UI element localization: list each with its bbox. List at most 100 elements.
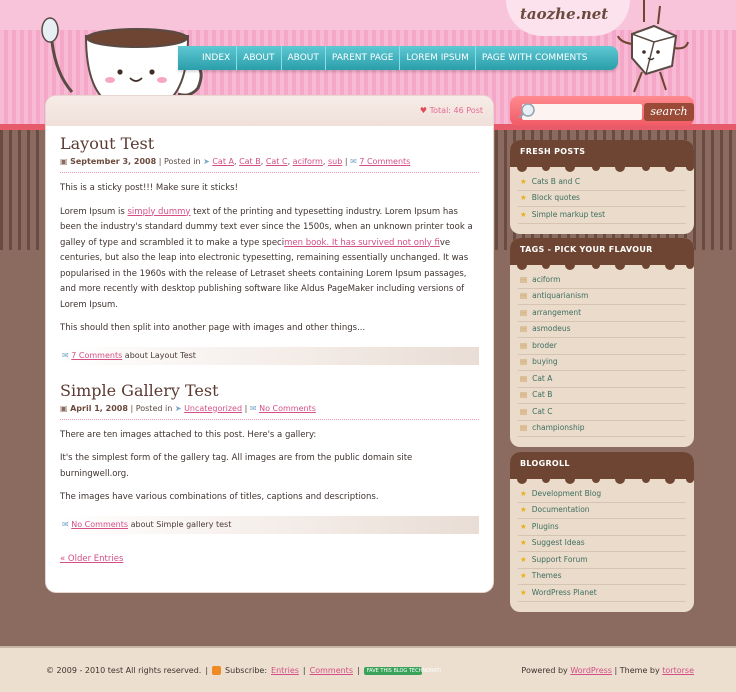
post-title[interactable]: Layout Test [60,134,479,153]
list-item[interactable]: ★ WordPress Planet [518,585,686,602]
star-icon: ★ [520,193,527,202]
list-item[interactable]: ★ Support Forum [518,552,686,569]
tag-icon: ➤ [203,157,210,166]
nav-about-2[interactable]: ABOUT [282,46,326,70]
list-item-label: Simple markup test [531,209,606,219]
nav-parent-page[interactable]: PARENT PAGE [326,46,401,70]
list-item[interactable]: ▤ Cat A [518,371,686,388]
category-link[interactable]: Cat B [239,157,261,166]
comments-feed-link[interactable]: Comments [310,666,353,675]
category-link[interactable]: sub [328,157,342,166]
copyright: © 2009 - 2010 test All rights reserved. [46,666,202,675]
star-icon: ★ [520,488,527,498]
post-body: There are ten images attached to this po… [60,428,479,506]
subscribe-label: Subscribe: [225,666,268,675]
list-item-label: Plugins [531,521,559,531]
list-item[interactable]: ★ Development Blog [518,486,686,503]
folder-icon: ▤ [520,373,528,383]
list-item[interactable]: ★ Suggest Ideas [518,536,686,552]
list-item[interactable]: ★ Block quotes [518,191,686,207]
list-item-label: Cat B [532,390,553,399]
drip-decoration [510,476,694,484]
widget-tags: TAGS - PICK YOUR FLAVOUR ▤ aciform ▤ antiq… [510,238,694,447]
powered-by-label: Powered by [521,666,568,675]
post-footer: ✉ 7 Comments about Layout Test [60,346,479,365]
comments-link[interactable]: No Comments [259,404,316,413]
widget-blogroll: BLOGROLL ★ Development Blog ★ Documentatio… [510,452,694,612]
theme-author-link[interactable]: tortorse [662,666,694,675]
comment-icon: ✉ [249,403,257,413]
calendar-icon: ▣ [60,403,68,413]
list-item[interactable]: ▤ broder [518,338,686,355]
entries-feed-link[interactable]: Entries [271,666,299,675]
list-item[interactable]: ▤ arrangement [518,305,686,322]
widget-title: BLOGROLL [510,452,694,476]
list-item-label: Cat C [532,406,553,416]
nav-page-with-comments[interactable]: PAGE WITH COMMENTS [476,46,594,70]
total-posts: ♥ Total: 46 Post [420,106,483,115]
fresh-posts-list: ★ Cats B and C ★ Block quotes ★ Simple mark… [510,174,694,234]
drip-decoration [510,164,694,172]
list-item-label: Themes [531,571,562,580]
list-item[interactable]: ★ Plugins [518,519,686,536]
category-link[interactable]: aciform [293,157,323,166]
footer: © 2009 - 2010 test All rights reserved. … [0,648,736,692]
folder-icon: ▤ [520,423,528,432]
text-run: Lorem Ipsum is [60,206,128,217]
search-button[interactable]: search [644,103,694,121]
sugar-cube-illustration [617,0,689,93]
star-icon: ★ [520,538,527,547]
nav-lorem-ipsum[interactable]: LOREM IPSUM [400,46,476,70]
total-posts-label: Total: 46 Post [429,106,483,115]
list-item[interactable]: ▤ Cat B [518,388,686,404]
list-item[interactable]: ▤ buying [518,355,686,371]
category-link[interactable]: Uncategorized [184,404,242,413]
list-item-label: Cats B and C [531,176,581,186]
category-link[interactable]: Cat C [266,157,288,166]
widget-title: TAGS - PICK YOUR FLAVOUR [510,238,694,262]
rss-icon [212,666,222,675]
wordpress-link[interactable]: WordPress [570,666,612,675]
folder-icon: ▤ [520,357,528,366]
star-icon: ★ [520,521,527,531]
post-paragraph: Lorem Ipsum is simply dummy text of the … [60,205,479,314]
technorati-badge[interactable]: FAVE THIS BLOG TECHNORATI [363,666,441,675]
list-item[interactable]: ★ Themes [518,569,686,585]
list-item[interactable]: ★ Documentation [518,503,686,519]
nav-index[interactable]: INDEX [196,46,238,70]
list-item[interactable]: ▤ championship [518,421,686,437]
footer-comments-link[interactable]: No Comments [71,520,128,529]
search-input[interactable] [522,104,642,120]
star-icon: ★ [520,571,527,580]
post-body: This is a sticky post!!! Make sure it st… [60,181,479,337]
star-icon: ★ [520,554,527,564]
list-item[interactable]: ★ Cats B and C [518,174,686,191]
category-link[interactable]: Cat A [212,157,234,166]
older-entries-link[interactable]: « Older Entries [46,554,493,564]
post-title[interactable]: Simple Gallery Test [60,381,479,400]
footer-left: © 2009 - 2010 test All rights reserved. … [46,666,441,675]
star-icon: ★ [520,587,527,597]
folder-icon: ▤ [520,307,528,317]
tag-icon: ➤ [174,403,182,413]
comment-icon: ✉ [350,157,357,166]
list-item-label: WordPress Planet [531,587,597,597]
list-item[interactable]: ▤ aciform [518,272,686,289]
list-item[interactable]: ▤ Cat C [518,404,686,421]
comments-link[interactable]: 7 Comments [359,157,410,166]
list-item[interactable]: ▤ asmodeus [518,322,686,338]
list-item-label: championship [532,423,585,432]
list-item-label: asmodeus [532,324,571,333]
theme-by-label: Theme by [619,666,660,675]
inline-link[interactable]: men book. It has survived not only fi [284,238,440,248]
list-item-label: Documentation [531,505,590,514]
list-item-label: Support Forum [531,554,588,564]
footer-comments-link[interactable]: 7 Comments [71,351,122,360]
list-item[interactable]: ★ Simple markup test [518,207,686,224]
folder-icon: ▤ [520,340,528,350]
inline-link[interactable]: simply dummy [128,207,191,217]
list-item[interactable]: ▤ antiquarianism [518,289,686,305]
folder-icon: ▤ [520,324,528,333]
list-item-label: arrangement [532,307,582,317]
nav-about[interactable]: ABOUT [237,46,282,70]
